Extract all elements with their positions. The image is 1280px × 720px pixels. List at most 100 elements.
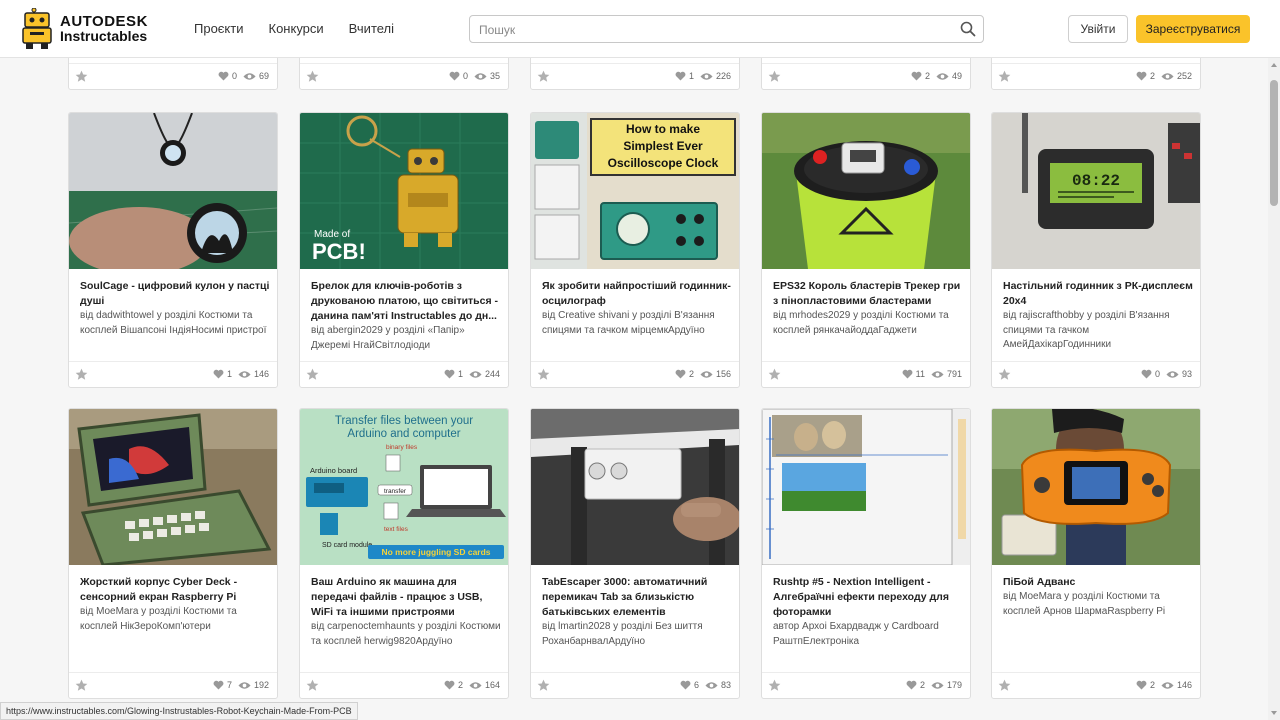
card-meta: від mrhodes2029 у розділі Костюми та кос… — [773, 310, 949, 336]
card-title[interactable]: Як зробити найпростіший годинник-осцилог… — [542, 279, 732, 309]
search-box — [469, 15, 984, 43]
search-icon[interactable] — [960, 21, 976, 37]
project-card[interactable]: 08:22 Настільний годинник з РК-дисплеєм … — [991, 112, 1201, 388]
overlay-binary: binary files — [386, 444, 418, 451]
arduino-file-transfer-image[interactable]: Transfer files between your Arduino and … — [300, 409, 508, 565]
card-footer: 0 69 — [69, 63, 277, 89]
eye-icon — [936, 72, 949, 80]
card-meta: від MoeMara у розділі Костюми та косплей… — [1003, 591, 1166, 617]
overlay-transfer-line1: Transfer files between your — [335, 415, 473, 427]
project-card[interactable]: Rushtp #5 - Nextion Intelligent - Алгебр… — [761, 408, 971, 699]
nav-projects[interactable]: Проєкти — [194, 21, 244, 36]
favorite-star-icon[interactable] — [306, 70, 319, 83]
heart-icon — [911, 71, 922, 81]
card-title[interactable]: Rushtp #5 - Nextion Intelligent - Алгебр… — [773, 575, 963, 620]
signup-button[interactable]: Зареєструватися — [1136, 15, 1250, 43]
lcd-desk-clock-image[interactable]: 08:22 — [992, 113, 1200, 269]
project-card[interactable]: EPS32 Король бластерів Трекер гри з піно… — [761, 112, 971, 388]
cyber-deck-case-image[interactable] — [69, 409, 277, 565]
favorite-star-icon[interactable] — [998, 70, 1011, 83]
overlay-transfer: transfer — [384, 488, 407, 495]
favorite-star-icon[interactable] — [768, 368, 781, 381]
favorite-star-icon[interactable] — [306, 368, 319, 381]
favorite-star-icon[interactable] — [306, 679, 319, 692]
pcb-robot-keychain-image[interactable]: Made of PCB! — [300, 113, 508, 269]
logo[interactable]: AUTODESK Instructables — [20, 8, 148, 50]
eye-icon — [931, 370, 944, 378]
favorite-star-icon[interactable] — [537, 679, 550, 692]
scroll-down-icon[interactable] — [1271, 711, 1277, 715]
heart-icon — [449, 71, 460, 81]
card-title[interactable]: EPS32 Король бластерів Трекер гри з піно… — [773, 279, 963, 309]
view-count: 226 — [715, 71, 731, 81]
favorite-star-icon[interactable] — [768, 679, 781, 692]
favorite-star-icon[interactable] — [998, 368, 1011, 381]
page-scrollbar[interactable] — [1268, 58, 1280, 720]
overlay-how-to: How to make — [626, 122, 700, 136]
search-input[interactable] — [479, 21, 949, 39]
card-title[interactable]: Брелок для ключів-роботів з друкованою п… — [311, 279, 501, 324]
view-count: 146 — [253, 369, 269, 379]
eye-icon — [1161, 681, 1174, 689]
view-count: 192 — [253, 680, 269, 690]
eye-icon — [474, 72, 487, 80]
card-title[interactable]: Жорсткий корпус Cyber Deck - сенсорний е… — [80, 575, 270, 605]
scrollbar-thumb[interactable] — [1270, 80, 1278, 206]
nav-contests[interactable]: Конкурси — [269, 21, 324, 36]
favorite-star-icon[interactable] — [537, 70, 550, 83]
card-footer: 1 244 — [300, 361, 508, 387]
like-count: 7 — [226, 680, 232, 690]
tabescaper-sensor-image[interactable] — [531, 409, 739, 565]
scroll-up-icon[interactable] — [1271, 63, 1277, 67]
project-card[interactable]: How to make Simplest Ever Oscilloscope C… — [530, 112, 740, 388]
soulcage-pendant-image[interactable] — [69, 113, 277, 269]
heart-icon — [675, 71, 686, 81]
card-meta: від rajiscrafthobby у розділі В'язання с… — [1003, 310, 1170, 350]
eye-icon — [243, 72, 256, 80]
card-title[interactable]: Настільний годинник з РК-дисплеєм 20x4 — [1003, 279, 1193, 309]
favorite-star-icon[interactable] — [998, 679, 1011, 692]
heart-icon — [680, 680, 691, 690]
view-count: 93 — [1181, 369, 1192, 379]
login-button[interactable]: Увійти — [1068, 15, 1128, 43]
card-title[interactable]: SoulCage - цифровий кулон у пастці душі — [80, 279, 270, 309]
favorite-star-icon[interactable] — [75, 679, 88, 692]
favorite-star-icon[interactable] — [75, 368, 88, 381]
piboy-advance-image[interactable] — [992, 409, 1200, 565]
favorite-star-icon[interactable] — [768, 70, 781, 83]
project-card[interactable]: SoulCage - цифровий кулон у пастці душі … — [68, 112, 278, 388]
view-count: 791 — [946, 369, 962, 379]
nextion-photo-frame-image[interactable] — [762, 409, 970, 565]
heart-icon — [444, 369, 455, 379]
eye-icon — [469, 681, 482, 689]
nav-teachers[interactable]: Вчителі — [349, 21, 394, 36]
card-footer: 1 146 — [69, 361, 277, 387]
view-count: 35 — [489, 71, 500, 81]
project-card[interactable]: Made of PCB! Брелок для ключів-роботів з… — [299, 112, 509, 388]
card-title[interactable]: Ваш Arduino як машина для передачі файлі… — [311, 575, 501, 620]
view-count: 179 — [946, 680, 962, 690]
favorite-star-icon[interactable] — [537, 368, 550, 381]
like-count: 1 — [226, 369, 232, 379]
eye-icon — [700, 370, 713, 378]
heart-icon — [213, 680, 224, 690]
favorite-star-icon[interactable] — [75, 70, 88, 83]
heart-icon — [444, 680, 455, 690]
eye-icon — [700, 72, 713, 80]
view-count: 49 — [951, 71, 962, 81]
oscilloscope-clock-image[interactable]: How to make Simplest Ever Oscilloscope C… — [531, 113, 739, 269]
card-title[interactable]: ПіБой Адванс — [1003, 575, 1193, 590]
robot-logo-icon — [22, 8, 52, 49]
heart-icon — [902, 369, 913, 379]
card-footer: 1 226 — [531, 63, 739, 89]
blaster-tracker-bucket-image[interactable] — [762, 113, 970, 269]
project-card[interactable]: ПіБой Адванс від MoeMara у розділі Костю… — [991, 408, 1201, 699]
project-card[interactable]: Transfer files between your Arduino and … — [299, 408, 509, 699]
like-count: 0 — [1154, 369, 1160, 379]
card-footer: 2 164 — [300, 672, 508, 698]
project-card[interactable]: Жорсткий корпус Cyber Deck - сенсорний е… — [68, 408, 278, 699]
card-title[interactable]: TabEscaper 3000: автоматичний перемикач … — [542, 575, 732, 620]
view-count: 146 — [1176, 680, 1192, 690]
project-card[interactable]: TabEscaper 3000: автоматичний перемикач … — [530, 408, 740, 699]
heart-icon — [213, 369, 224, 379]
